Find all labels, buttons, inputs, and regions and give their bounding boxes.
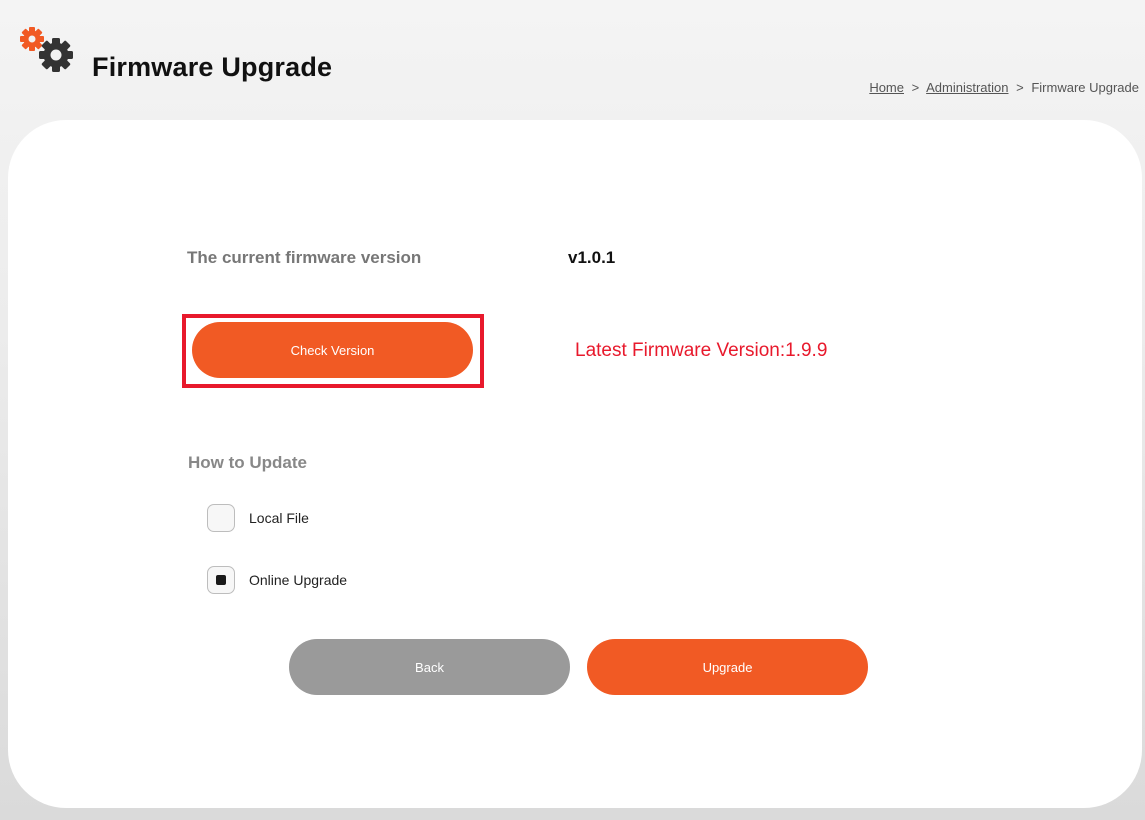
how-to-update-heading: How to Update: [188, 453, 307, 472]
breadcrumb-current: Firmware Upgrade: [1031, 80, 1139, 95]
local-file-checkbox[interactable]: [207, 504, 235, 532]
latest-firmware-text: Latest Firmware Version:1.9.9: [575, 340, 828, 361]
option-local-file[interactable]: Local File: [207, 503, 309, 533]
breadcrumb-separator: >: [911, 80, 920, 95]
breadcrumb: Home > Administration > Firmware Upgrade: [869, 80, 1139, 95]
breadcrumb-separator: >: [1016, 80, 1024, 95]
check-version-button[interactable]: Check Version: [192, 322, 473, 378]
page-title: Firmware Upgrade: [92, 52, 333, 82]
online-upgrade-checkbox[interactable]: [207, 566, 235, 594]
current-firmware-label: The current firmware version: [187, 248, 422, 267]
gears-icon: [16, 26, 76, 74]
page-header: Firmware Upgrade Home > Administration >…: [0, 0, 1145, 120]
selected-indicator: [216, 575, 226, 585]
local-file-label: Local File: [249, 510, 309, 526]
option-online-upgrade[interactable]: Online Upgrade: [207, 565, 347, 595]
online-upgrade-label: Online Upgrade: [249, 572, 348, 588]
back-button[interactable]: Back: [289, 639, 570, 695]
breadcrumb-home-link[interactable]: Home: [869, 80, 904, 95]
breadcrumb-administration-link[interactable]: Administration: [926, 80, 1008, 95]
content-panel: The current firmware version v1.0.1 Chec…: [8, 120, 1142, 808]
upgrade-button[interactable]: Upgrade: [587, 639, 868, 695]
current-firmware-value: v1.0.1: [568, 248, 616, 267]
